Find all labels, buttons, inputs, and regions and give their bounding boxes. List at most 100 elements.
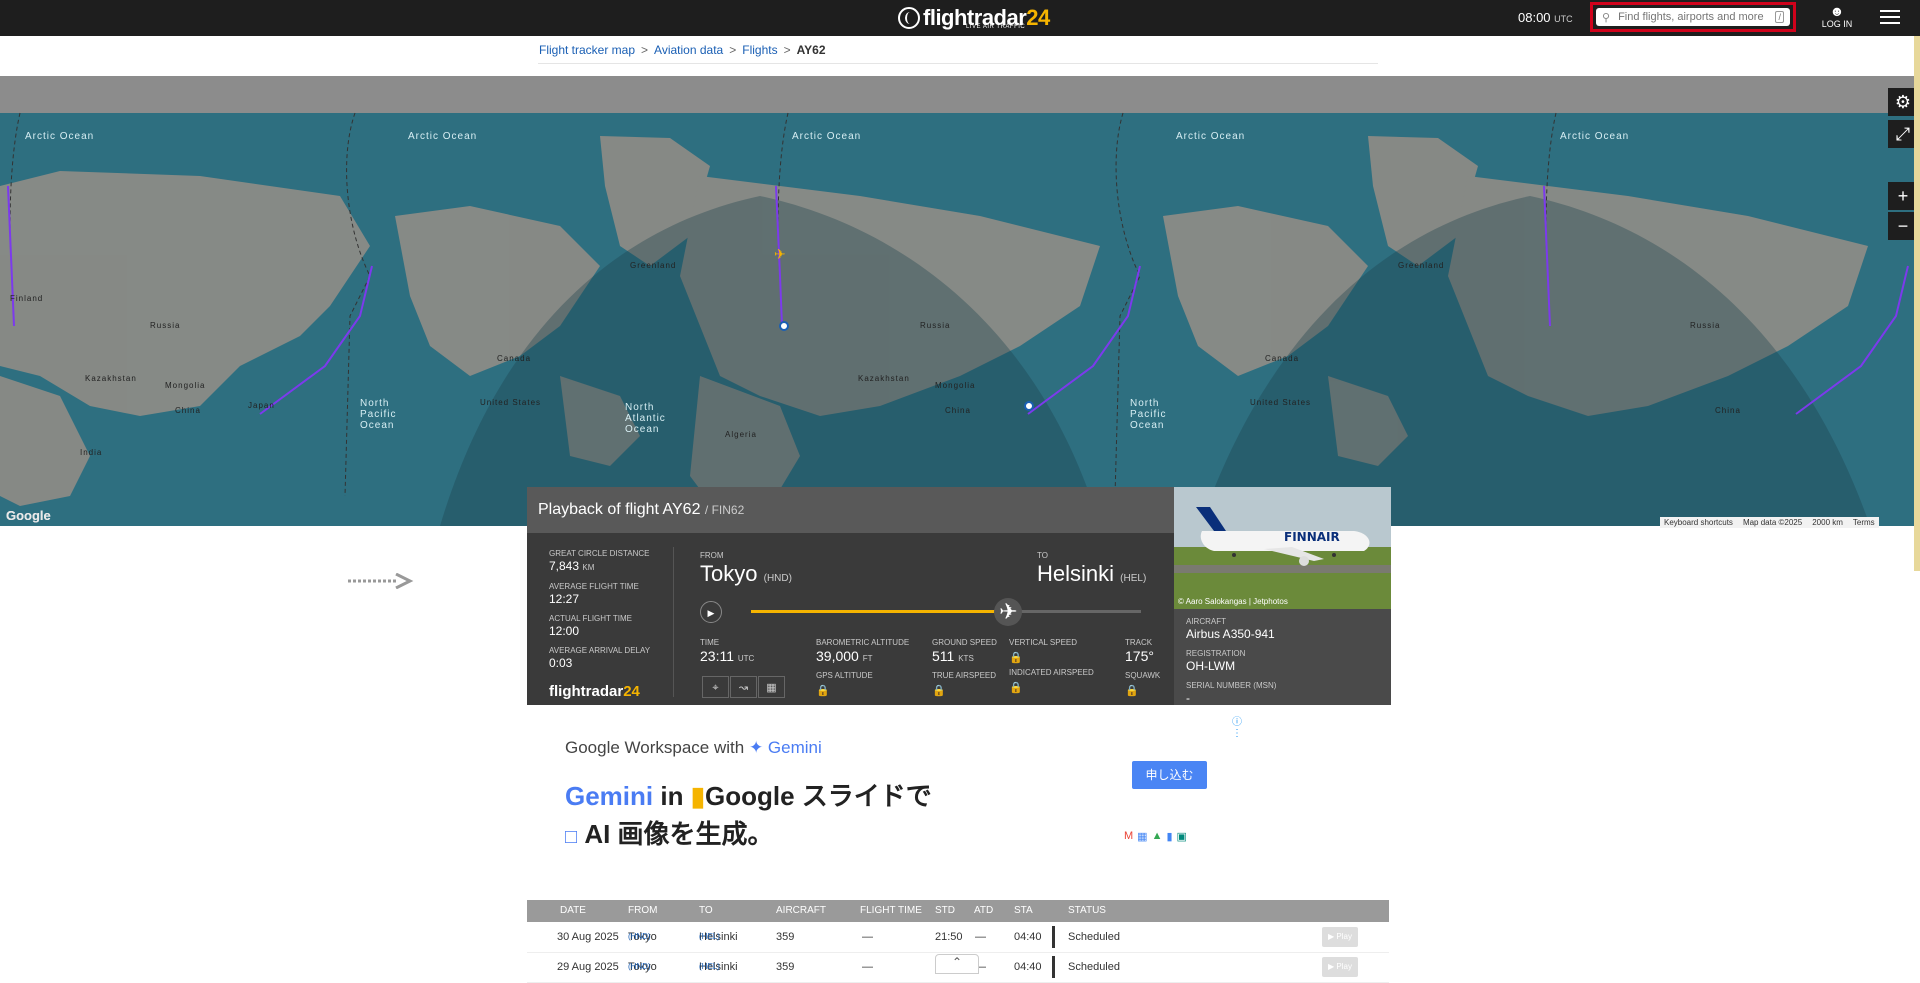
column-date: DATE bbox=[560, 905, 586, 916]
playback-title: Playback of flight AY62 / FIN62 bbox=[538, 501, 745, 518]
aircraft-illustration: FINNAIR bbox=[1174, 487, 1391, 609]
user-icon: ☻ bbox=[1829, 3, 1845, 19]
map-label-north-pacific: North Pacific Ocean bbox=[360, 398, 397, 431]
map-label-united-states: United States bbox=[1250, 398, 1312, 407]
map-label-arctic-ocean: Arctic Ocean bbox=[792, 131, 862, 142]
breadcrumb-separator: > bbox=[641, 43, 649, 57]
utc-clock: 08:00 UTC bbox=[1518, 10, 1573, 25]
map-label-china: China bbox=[945, 406, 971, 415]
average-arrival-delay: AVERAGE ARRIVAL DELAY 0:03 bbox=[549, 646, 651, 670]
map-attribution: Keyboard shortcuts Map data ©2025 2000 k… bbox=[1660, 517, 1879, 528]
breadcrumb-flights[interactable]: Flights bbox=[742, 43, 777, 57]
flightradar24-logo[interactable]: flightradar24 LIVE AIR TRAFFIC bbox=[898, 3, 1050, 33]
true-airspeed-readout: TRUE AIRSPEED 🔒 bbox=[932, 671, 997, 697]
map-label-russia: Russia bbox=[920, 321, 951, 330]
keyboard-shortcuts-link[interactable]: Keyboard shortcuts bbox=[1664, 518, 1733, 527]
aircraft-type: AIRCRAFT Airbus A350-941 bbox=[1186, 617, 1275, 641]
lock-icon[interactable]: 🔒 bbox=[1009, 652, 1023, 664]
google-slides-icon: ▮ bbox=[690, 781, 706, 811]
page-scrollbar[interactable] bbox=[1914, 36, 1920, 571]
origin-city[interactable]: Tokyo (HND) bbox=[700, 561, 792, 587]
lock-icon[interactable]: 🔒 bbox=[1009, 682, 1023, 694]
ad-app-icons: M ▦ ▲ ▮ ▣ bbox=[1124, 830, 1187, 843]
chart-icon[interactable]: ▦ bbox=[758, 676, 785, 698]
column-std: STD bbox=[935, 905, 955, 916]
ad-brand: Google Workspace with ✦ Gemini bbox=[565, 738, 822, 757]
calendar-icon: ▦ bbox=[1137, 831, 1148, 843]
playback-progress-track[interactable] bbox=[751, 610, 1141, 613]
column-from: FROM bbox=[628, 905, 658, 916]
ad-signup-button[interactable]: 申し込む bbox=[1132, 761, 1207, 789]
row-play-button[interactable]: ▶ Play bbox=[1322, 927, 1358, 947]
route-icon[interactable]: ↝ bbox=[730, 676, 757, 698]
lock-icon[interactable]: 🔒 bbox=[1125, 685, 1139, 697]
play-button[interactable]: ▶ bbox=[700, 601, 722, 623]
scroll-to-top-button[interactable]: ⌃ bbox=[935, 954, 979, 974]
drive-icon: ▲ bbox=[1151, 830, 1163, 842]
search-box[interactable]: ⚲ / bbox=[1596, 8, 1790, 26]
map-data-text: Map data ©2025 bbox=[1742, 518, 1803, 527]
docs-icon: ▮ bbox=[1166, 831, 1173, 843]
squawk-readout: SQUAWK 🔒 bbox=[1125, 671, 1161, 697]
status-text: Scheduled bbox=[1068, 961, 1120, 973]
column-status: STATUS bbox=[1068, 905, 1106, 916]
map-label-greenland: Greenland bbox=[630, 261, 677, 270]
indicated-airspeed-readout: INDICATED AIRSPEED 🔒 bbox=[1009, 668, 1094, 694]
column-atd: ATD bbox=[974, 905, 994, 916]
meet-icon: ▣ bbox=[1176, 831, 1187, 843]
time-readout: TIME 23:11 UTC bbox=[700, 638, 755, 664]
ad-info-icon[interactable]: ⓘ ⋮ bbox=[1232, 713, 1242, 739]
aircraft-registration: REGISTRATION OH-LWM bbox=[1186, 649, 1246, 673]
panel-flightradar24-logo: flightradar24 bbox=[549, 683, 640, 700]
photo-credit[interactable]: © Aaro Salokangas | Jetphotos bbox=[1178, 597, 1288, 606]
playback-callsign: / FIN62 bbox=[704, 503, 745, 517]
search-icon: ⚲ bbox=[1602, 11, 1611, 24]
barometric-altitude-readout: BAROMETRIC ALTITUDE 39,000 FT bbox=[816, 638, 910, 664]
breadcrumb-current: AY62 bbox=[796, 43, 826, 57]
utc-time-value: 08:00 bbox=[1518, 10, 1551, 25]
row-play-button[interactable]: ▶ Play bbox=[1322, 957, 1358, 977]
map-label-mongolia: Mongolia bbox=[935, 381, 976, 390]
map-label-mongolia: Mongolia bbox=[165, 381, 206, 390]
destination-city[interactable]: Helsinki (HEL) bbox=[1037, 561, 1146, 587]
map-graphics: ✈ bbox=[0, 112, 1909, 526]
map-label-arctic-ocean: Arctic Ocean bbox=[25, 131, 95, 142]
map-label-arctic-ocean: Arctic Ocean bbox=[1560, 131, 1630, 142]
advertisement[interactable]: ⓘ ⋮ Google Workspace with ✦ Gemini Gemin… bbox=[527, 705, 1242, 900]
map-label-north-atlantic: North Atlantic Ocean bbox=[625, 402, 666, 435]
utc-time-zone: UTC bbox=[1554, 14, 1573, 24]
column-to: TO bbox=[699, 905, 713, 916]
map-label-china: China bbox=[175, 406, 201, 415]
status-bar bbox=[1052, 926, 1055, 948]
lock-icon[interactable]: 🔒 bbox=[816, 685, 830, 697]
from-label: FROM bbox=[700, 551, 724, 560]
ad-headline: Gemini in ▮Google スライドで □ AI 画像を生成。 bbox=[565, 781, 932, 849]
great-circle-distance: GREAT CIRCLE DISTANCE 7,843 KM bbox=[549, 549, 650, 573]
breadcrumb-flight-tracker-map[interactable]: Flight tracker map bbox=[539, 43, 635, 57]
column-flight-time: FLIGHT TIME bbox=[860, 905, 922, 916]
column-aircraft: AIRCRAFT bbox=[776, 905, 826, 916]
vertical-speed-readout: VERTICAL SPEED 🔒 bbox=[1009, 638, 1078, 664]
map-label-japan: Japan bbox=[248, 401, 275, 410]
login-label: LOG IN bbox=[1821, 19, 1853, 29]
menu-icon[interactable] bbox=[1880, 10, 1900, 28]
breadcrumb-aviation-data[interactable]: Aviation data bbox=[654, 43, 723, 57]
map-label-arctic-ocean: Arctic Ocean bbox=[1176, 131, 1246, 142]
terms-link[interactable]: Terms bbox=[1853, 518, 1875, 527]
login-button[interactable]: ☻ LOG IN bbox=[1820, 3, 1854, 29]
search-shortcut-key: / bbox=[1775, 11, 1784, 23]
flight-map[interactable]: ✈ Arctic Ocean Arctic Ocean Arctic Ocean… bbox=[0, 76, 1920, 526]
status-text: Scheduled bbox=[1068, 931, 1120, 943]
search-input[interactable] bbox=[1616, 10, 1776, 24]
table-row[interactable]: 30 Aug 2025 Tokyo (HND) Helsinki (HEL) 3… bbox=[527, 922, 1389, 953]
playback-progress-fill bbox=[751, 610, 1009, 613]
lock-icon[interactable]: 🔒 bbox=[932, 685, 946, 697]
collapse-icon[interactable]: ⌖ bbox=[702, 676, 729, 698]
map-label-russia: Russia bbox=[150, 321, 181, 330]
logo-subtitle: LIVE AIR TRAFFIC bbox=[966, 24, 1026, 30]
search-highlight: ⚲ / bbox=[1590, 2, 1796, 32]
aircraft-photo[interactable]: FINNAIR © Aaro Salokangas | Jetphotos bbox=[1174, 487, 1391, 609]
map-label-arctic-ocean: Arctic Ocean bbox=[408, 131, 478, 142]
gps-altitude-readout: GPS ALTITUDE 🔒 bbox=[816, 671, 873, 697]
map-label-finland: Finland bbox=[10, 294, 44, 303]
